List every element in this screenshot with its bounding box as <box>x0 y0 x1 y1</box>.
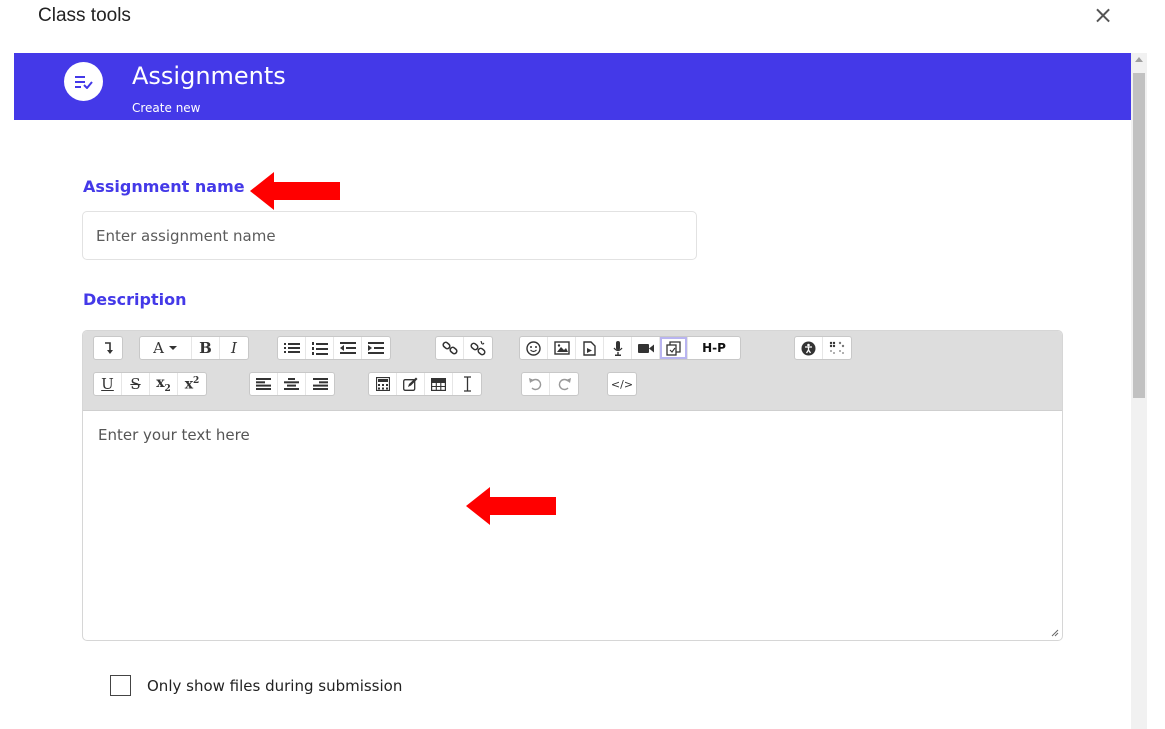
screenreader-helper-icon[interactable] <box>823 337 851 359</box>
link-icon[interactable] <box>436 337 464 359</box>
only-show-files-option: Only show files during submission <box>110 675 402 696</box>
unlink-icon[interactable] <box>464 337 492 359</box>
bold-icon[interactable]: B <box>192 337 220 359</box>
header-subtitle: Create new <box>132 101 201 115</box>
accessibility-checker-icon[interactable] <box>795 337 823 359</box>
redo-icon[interactable] <box>550 373 578 395</box>
only-show-files-checkbox[interactable] <box>110 675 131 696</box>
undo-icon[interactable] <box>522 373 550 395</box>
subscript-icon[interactable]: x2 <box>150 373 178 395</box>
dialog-content: Assignments Create new Assignment name D… <box>14 53 1131 729</box>
annotation-arrow-name <box>250 172 340 210</box>
toolbar-group-toggle <box>93 336 123 360</box>
vertical-scrollbar[interactable] <box>1131 53 1147 729</box>
description-textarea[interactable]: Enter your text here <box>83 412 1062 640</box>
toolbar-group-links <box>435 336 493 360</box>
clear-formatting-icon[interactable] <box>453 373 481 395</box>
resize-grip-icon[interactable] <box>1051 629 1059 637</box>
font-color-icon[interactable]: A <box>140 337 192 359</box>
strikethrough-icon[interactable]: S <box>122 373 150 395</box>
toggle-toolbar-icon[interactable] <box>94 337 122 359</box>
record-audio-icon[interactable] <box>604 337 632 359</box>
dialog-title: Class tools <box>38 5 131 26</box>
description-label: Description <box>83 290 187 309</box>
emoji-icon[interactable] <box>520 337 548 359</box>
italic-icon[interactable]: I <box>220 337 248 359</box>
toolbar-group-style: A B I <box>139 336 249 360</box>
outdent-icon[interactable] <box>334 337 362 359</box>
assignment-list-icon <box>64 62 103 101</box>
align-left-icon[interactable] <box>250 373 278 395</box>
toolbar-group-alignment <box>249 372 335 396</box>
underline-icon[interactable]: U <box>94 373 122 395</box>
image-icon[interactable] <box>548 337 576 359</box>
assignment-name-input[interactable] <box>82 211 697 260</box>
toolbar-group-lists <box>277 336 391 360</box>
description-editor: A B I H-P U S x2 x2 </> Enter your text … <box>82 330 1063 641</box>
unordered-list-icon[interactable] <box>278 337 306 359</box>
toolbar-group-html: </> <box>607 372 637 396</box>
html-icon[interactable]: </> <box>608 373 636 395</box>
close-button[interactable]: × <box>1090 2 1116 28</box>
annotation-arrow-description <box>466 487 556 525</box>
toolbar-group-insert <box>368 372 482 396</box>
header-title: Assignments <box>132 62 286 90</box>
media-icon[interactable] <box>576 337 604 359</box>
toolbar-group-history <box>521 372 579 396</box>
h5p-icon[interactable]: H-P <box>688 337 740 359</box>
superscript-icon[interactable]: x2 <box>178 373 206 395</box>
editor-toolbar: A B I H-P U S x2 x2 </> <box>83 331 1062 411</box>
assignments-header: Assignments Create new <box>14 53 1131 120</box>
record-video-icon[interactable] <box>632 337 660 359</box>
equation-editor-icon[interactable] <box>369 373 397 395</box>
ordered-list-icon[interactable] <box>306 337 334 359</box>
assignment-name-label: Assignment name <box>83 177 245 196</box>
only-show-files-label: Only show files during submission <box>147 676 403 695</box>
close-icon: × <box>1092 1 1114 29</box>
align-center-icon[interactable] <box>278 373 306 395</box>
special-character-icon[interactable] <box>397 373 425 395</box>
manage-files-icon[interactable] <box>660 337 688 359</box>
table-icon[interactable] <box>425 373 453 395</box>
toolbar-group-media: H-P <box>519 336 741 360</box>
scroll-up-icon[interactable] <box>1135 57 1143 62</box>
scrollbar-thumb[interactable] <box>1133 73 1145 398</box>
description-placeholder: Enter your text here <box>98 426 250 444</box>
toolbar-group-text-effects: U S x2 x2 <box>93 372 207 396</box>
indent-icon[interactable] <box>362 337 390 359</box>
align-right-icon[interactable] <box>306 373 334 395</box>
toolbar-group-accessibility <box>794 336 852 360</box>
